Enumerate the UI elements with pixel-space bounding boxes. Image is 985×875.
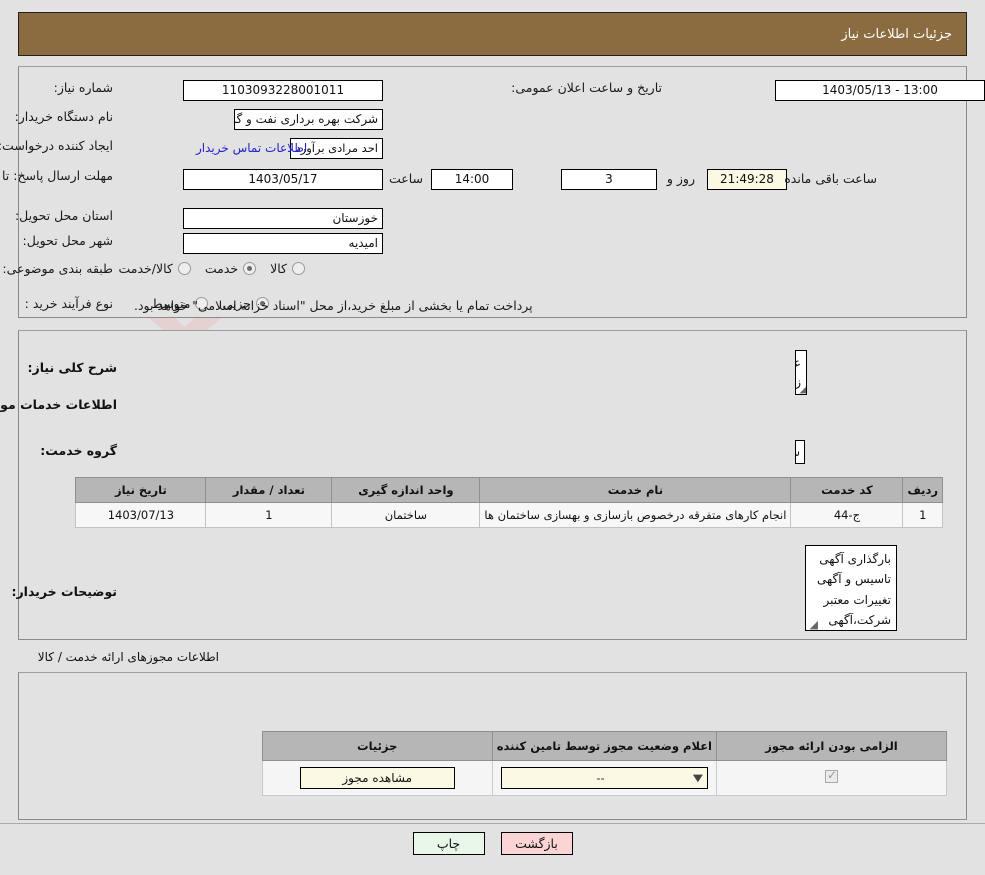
print-button[interactable]: چاپ <box>412 832 485 855</box>
license-details-cell: مشاهده مجوز <box>261 760 493 796</box>
category-radio-kala[interactable]: کالا <box>260 261 305 276</box>
category-radio-group: کالا خدمت کالا/خدمت <box>108 261 305 276</box>
page-title-bar: جزئیات اطلاعات نیاز <box>18 12 967 56</box>
days-remaining-field[interactable]: 3 <box>561 169 657 190</box>
col-license-details: جزئیات <box>261 731 493 761</box>
cell-need-date: 1403/07/13 <box>75 502 207 528</box>
general-need-textarea[interactable]: علف زنی محوطه های انبارهای کالای آغاجاری… <box>795 350 807 395</box>
chevron-down-icon: ▼ <box>693 772 704 784</box>
deadline-date-field[interactable]: 1403/05/17 <box>183 169 383 190</box>
radio-khedmat-icon[interactable] <box>243 262 257 275</box>
need-info-panel <box>18 66 967 318</box>
requester-row: ایجاد کننده درخواست: <box>0 138 113 153</box>
cell-row-no: 1 <box>902 502 943 528</box>
treasury-note: پرداخت تمام یا بخشی از مبلغ خرید،از محل … <box>134 298 533 313</box>
cell-quantity: 1 <box>205 502 333 528</box>
province-row: استان محل تحویل: <box>15 208 113 223</box>
radio-kala-khedmat-icon[interactable] <box>177 262 191 275</box>
buyer-org-field[interactable]: شرکت بهره برداری نفت و گاز اغاجاری <box>234 109 383 130</box>
buyer-notes-label: توضیحات خریدار: <box>11 584 117 599</box>
services-table-header-row: ردیف کد خدمت نام خدمت واحد اندازه گیری ت… <box>75 477 943 503</box>
footer-actions: بازگشت چاپ <box>0 832 985 855</box>
category-option-label-1: خدمت <box>204 261 239 276</box>
deadline-time-label: ساعت <box>388 171 423 186</box>
category-row: طبقه بندی موضوعی: <box>2 261 113 276</box>
category-radio-khedmat[interactable]: خدمت <box>195 261 257 276</box>
table-row: 1 ج-44 انجام کارهای متفرقه درخصوص بازساز… <box>75 502 943 528</box>
page-title: جزئیات اطلاعات نیاز <box>841 26 952 42</box>
col-need-date: تاریخ نیاز <box>75 477 207 503</box>
licenses-table-header-row: الزامی بودن ارائه مجوز اعلام وضعیت مجوز … <box>261 731 947 761</box>
deadline-row: مهلت ارسال پاسخ: تا تاریخ: <box>0 168 113 185</box>
days-remaining-label: روز و <box>666 171 695 186</box>
province-field[interactable]: خوزستان <box>183 208 383 229</box>
resize-grip-icon-2[interactable]: ◢ <box>808 619 818 630</box>
deadline-label: مهلت ارسال پاسخ: تا تاریخ: <box>0 168 113 183</box>
col-service-code: کد خدمت <box>790 477 904 503</box>
licenses-table: الزامی بودن ارائه مجوز اعلام وضعیت مجوز … <box>261 731 947 796</box>
license-status-dropdown[interactable]: ▼ -- <box>500 767 708 789</box>
buyer-contact-link[interactable]: اطلاعات تماس خریدار <box>196 141 307 155</box>
deadline-time-field[interactable]: 14:00 <box>431 169 513 190</box>
col-row-no: ردیف <box>902 477 943 503</box>
buyer-org-label: نام دستگاه خریدار: <box>14 109 113 124</box>
license-required-checkbox <box>825 768 838 783</box>
general-need-label: شرح کلی نیاز: <box>27 360 117 375</box>
cell-unit: ساختمان <box>331 502 481 528</box>
category-option-label-2: کالا/خدمت <box>118 261 173 276</box>
view-license-button[interactable]: مشاهده مجوز <box>299 767 455 789</box>
process-label: نوع فرآیند خرید : <box>24 296 113 311</box>
footer-divider <box>0 823 985 824</box>
services-table: ردیف کد خدمت نام خدمت واحد اندازه گیری ت… <box>75 477 943 528</box>
services-info-title: اطلاعات خدمات مورد نیاز <box>0 397 117 412</box>
license-status-value: -- <box>596 771 605 785</box>
time-remaining-label: ساعت باقی مانده <box>784 171 877 186</box>
need-number-row: شماره نیاز: <box>54 80 113 95</box>
license-required-cell <box>716 760 947 796</box>
cell-service-name: انجام کارهای متفرقه درخصوص بازسازی و بهس… <box>479 502 792 528</box>
buyer-org-row: نام دستگاه خریدار: <box>15 109 113 124</box>
page-root: ArtaTender.net جزئیات اطلاعات نیاز شماره… <box>0 0 985 875</box>
resize-grip-icon[interactable]: ◢ <box>798 383 806 394</box>
category-label: طبقه بندی موضوعی: <box>2 261 113 276</box>
requester-label: ایجاد کننده درخواست: <box>0 138 113 153</box>
service-group-label: گروه خدمت: <box>40 443 117 458</box>
city-field[interactable]: امیدیه <box>183 233 383 254</box>
license-status-cell: ▼ -- <box>491 760 718 796</box>
cell-service-code: ج-44 <box>790 502 904 528</box>
back-button[interactable]: بازگشت <box>500 832 573 855</box>
public-announce-field[interactable]: 1403/05/13 - 13:00 <box>775 80 985 101</box>
radio-kala-icon[interactable] <box>292 262 305 275</box>
public-announce-label-wrap: تاریخ و ساعت اعلان عمومی: <box>511 80 662 95</box>
category-radio-kala-khedmat[interactable]: کالا/خدمت <box>108 261 191 276</box>
col-unit: واحد اندازه گیری <box>331 477 481 503</box>
public-announce-label: تاریخ و ساعت اعلان عمومی: <box>511 80 662 95</box>
process-row: نوع فرآیند خرید : <box>25 296 113 311</box>
category-option-label-0: کالا <box>270 261 287 276</box>
city-row: شهر محل تحویل: <box>23 233 113 248</box>
buyer-notes-textarea[interactable]: بارگذاری آگهی تاسیس و آگهی تغییرات معتبر… <box>805 545 897 631</box>
time-remaining-field: 21:49:28 <box>707 169 787 190</box>
buyer-notes-value: بارگذاری آگهی تاسیس و آگهی تغییرات معتبر… <box>817 552 891 628</box>
service-group-field[interactable]: ساختمان <box>795 440 805 464</box>
licenses-section-title: اطلاعات مجوزهای ارائه خدمت / کالا <box>37 650 219 664</box>
city-label: شهر محل تحویل: <box>22 233 113 248</box>
need-number-label: شماره نیاز: <box>53 80 113 95</box>
need-number-field[interactable]: 1103093228001011 <box>183 80 383 101</box>
col-quantity: تعداد / مقدار <box>205 477 333 503</box>
license-row: ▼ -- مشاهده مجوز <box>261 760 947 796</box>
col-license-status: اعلام وضعیت مجوز توسط تامین کننده <box>491 731 718 761</box>
col-license-required: الزامی بودن ارائه مجوز <box>716 731 947 761</box>
col-service-name: نام خدمت <box>479 477 792 503</box>
province-label: استان محل تحویل: <box>14 208 113 223</box>
